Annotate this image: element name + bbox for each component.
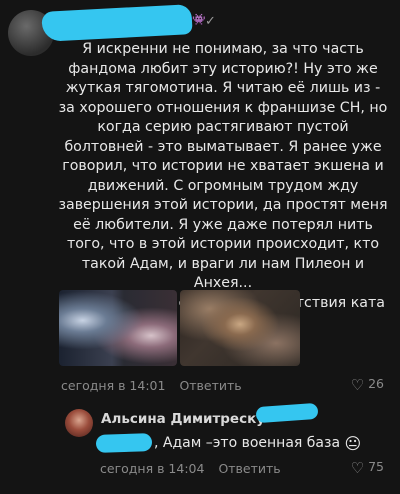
comment-timestamp: сегодня в 14:01: [61, 378, 166, 393]
redacted-mention: [95, 433, 153, 453]
comment-like-button[interactable]: ♡ 26: [351, 376, 384, 394]
heart-outline-icon: ♡: [350, 376, 365, 394]
reply-author-avatar[interactable]: [65, 409, 93, 437]
reply-author-name[interactable]: Альсина Димитреску: [101, 411, 265, 427]
redacted-commenter-name: [41, 4, 193, 42]
attached-image-2[interactable]: [180, 290, 300, 366]
reply-like-button[interactable]: ♡ 75: [351, 459, 384, 477]
reply-button[interactable]: Ответить: [179, 378, 241, 393]
heart-outline-icon: ♡: [350, 459, 365, 477]
redacted-mention-badge: [255, 402, 319, 424]
check-icon: ✓: [205, 14, 216, 29]
comment-meta: сегодня в 14:01 Ответить: [61, 378, 242, 393]
comment-body: Я искренни не понимаю, за что часть фанд…: [58, 41, 388, 330]
neutral-face-emoji-icon: 😐: [344, 434, 362, 453]
reply-meta: сегодня в 14:04 Ответить: [100, 461, 281, 476]
reply-body: , Адам –это военная база: [154, 435, 341, 451]
comment-like-count: 26: [368, 376, 384, 391]
comment-text: Я искренни не понимаю, за что часть фанд…: [58, 40, 388, 333]
reply-timestamp: сегодня в 14:04: [100, 461, 205, 476]
reply-like-count: 75: [368, 459, 384, 474]
reply-reply-button[interactable]: Ответить: [218, 461, 280, 476]
attached-image-1[interactable]: [59, 290, 177, 366]
sticker-icon: 👾: [192, 13, 206, 26]
